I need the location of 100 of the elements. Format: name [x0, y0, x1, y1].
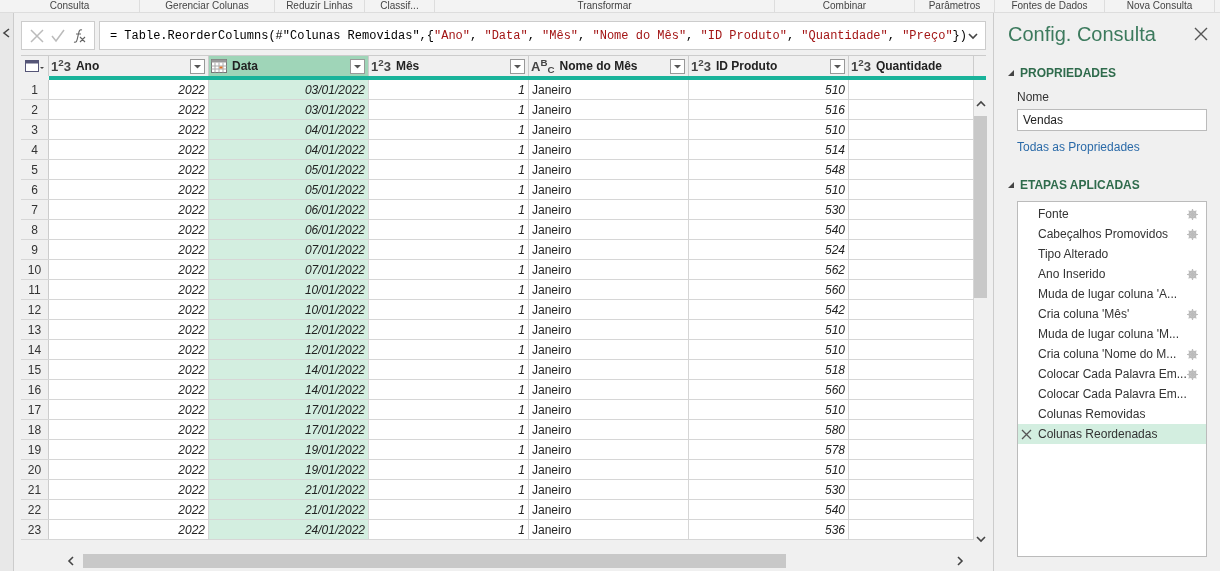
- column-header[interactable]: 1$^{2}$3 ID Produto: [689, 56, 849, 76]
- applied-step[interactable]: Muda de lugar coluna 'A...: [1018, 284, 1206, 304]
- filter-dropdown-icon[interactable]: [830, 58, 845, 74]
- table-cell: 06/01/2022: [209, 200, 369, 219]
- table-cell: 578: [689, 440, 849, 459]
- filter-dropdown-icon[interactable]: [190, 58, 205, 74]
- table-cell: 580: [689, 420, 849, 439]
- table-cell: 2022: [49, 340, 209, 359]
- table-cell: 2022: [49, 320, 209, 339]
- filter-dropdown-icon[interactable]: [510, 58, 525, 74]
- table-cell: 1: [369, 240, 529, 259]
- table-cell: 518: [689, 360, 849, 379]
- column-type-icon[interactable]: 1$^{2}$3: [371, 59, 391, 73]
- table-cell: 510: [689, 320, 849, 339]
- scroll-right-icon[interactable]: [954, 555, 966, 567]
- close-icon[interactable]: [1194, 27, 1208, 41]
- table-cell: 1: [369, 280, 529, 299]
- ribbon-group-label: Classif...: [380, 0, 419, 12]
- table-cell: 2022: [49, 180, 209, 199]
- table-cell: 2022: [49, 460, 209, 479]
- table-cell: 2022: [49, 420, 209, 439]
- column-header[interactable]: 1$^{2}$3 Quantidade: [849, 56, 974, 76]
- table-cell: 2022: [49, 360, 209, 379]
- table-cell: Janeiro: [529, 400, 689, 419]
- applied-step[interactable]: Ano Inserido: [1018, 264, 1206, 284]
- table-cell: 1: [369, 460, 529, 479]
- table-cell: Janeiro: [529, 100, 689, 119]
- filter-dropdown-icon[interactable]: [670, 58, 685, 74]
- table-cell: 2022: [49, 200, 209, 219]
- table-cell: 21/01/2022: [209, 500, 369, 519]
- table-cell: 1: [369, 440, 529, 459]
- column-type-icon[interactable]: 1$^{2}$3: [851, 59, 871, 73]
- scroll-thumb[interactable]: [82, 554, 786, 568]
- table-cell: 510: [689, 460, 849, 479]
- table-menu-icon[interactable]: [24, 60, 45, 72]
- table-cell: 19/01/2022: [209, 460, 369, 479]
- applied-step[interactable]: Cabeçalhos Promovidos: [1018, 224, 1206, 244]
- applied-step[interactable]: Cria coluna 'Mês': [1018, 304, 1206, 324]
- table-cell: 2022: [49, 280, 209, 299]
- table-cell: 562: [689, 260, 849, 279]
- applied-step[interactable]: Muda de lugar coluna 'M...: [1018, 324, 1206, 344]
- applied-step[interactable]: Fonte: [1018, 204, 1206, 224]
- table-cell: Janeiro: [529, 220, 689, 239]
- pane-title: Config. Consulta: [1008, 22, 1156, 47]
- table-cell: 510: [689, 120, 849, 139]
- applied-step[interactable]: Tipo Alterado: [1018, 244, 1206, 264]
- table-cell: Janeiro: [529, 140, 689, 159]
- table-cell: Janeiro: [529, 520, 689, 539]
- table-cell: 560: [689, 380, 849, 399]
- collapse-icon[interactable]: [1008, 70, 1014, 76]
- table-cell: 2022: [49, 260, 209, 279]
- table-cell: 1: [369, 380, 529, 399]
- column-type-icon[interactable]: 1$^{2}$3: [51, 59, 71, 73]
- table-cell: Janeiro: [529, 300, 689, 319]
- table-cell: 10/01/2022: [209, 300, 369, 319]
- table-cell: Janeiro: [529, 280, 689, 299]
- ribbon-group-label: Nova Consulta: [1126, 0, 1193, 12]
- table-cell: 540: [689, 500, 849, 519]
- table-cell: 2022: [49, 100, 209, 119]
- column-header[interactable]: 1$^{2}$3 Mês: [369, 56, 529, 76]
- table-cell: Janeiro: [529, 200, 689, 219]
- table-cell: 510: [689, 340, 849, 359]
- table-cell: 14/01/2022: [209, 360, 369, 379]
- table-cell: 2022: [49, 240, 209, 259]
- table-cell: 2022: [49, 380, 209, 399]
- column-name: Data: [232, 58, 259, 75]
- table-cell: 2022: [49, 80, 209, 99]
- table-cell: 2022: [49, 400, 209, 419]
- delete-step-icon[interactable]: [1021, 428, 1032, 440]
- table-cell: 510: [689, 400, 849, 419]
- applied-step[interactable]: Colunas Removidas: [1018, 404, 1206, 424]
- column-name: ID Produto: [715, 58, 779, 75]
- column-name: Ano: [75, 58, 101, 75]
- filter-dropdown-icon[interactable]: [350, 58, 365, 74]
- ribbon-group-label: Reduzir Linhas: [286, 0, 353, 12]
- name-field[interactable]: Vendas: [1017, 109, 1207, 131]
- section-heading: PROPRIEDADES: [1020, 65, 1117, 82]
- applied-step[interactable]: Colunas Reordenadas: [1018, 424, 1206, 444]
- table-cell: 12/01/2022: [209, 340, 369, 359]
- scroll-thumb[interactable]: [974, 116, 987, 298]
- applied-step[interactable]: Colocar Cada Palavra Em...: [1018, 384, 1206, 404]
- column-type-icon[interactable]: 1$^{2}$3: [691, 59, 711, 73]
- table-cell: 07/01/2022: [209, 240, 369, 259]
- all-properties-link[interactable]: Todas as Propriedades: [1017, 138, 1140, 156]
- check-icon[interactable]: [49, 27, 66, 44]
- column-header[interactable]: A$^{B}$$_{C}$ Nome do Mês: [529, 56, 689, 76]
- formula-field[interactable]: = Table.ReorderColumns(#"Colunas Removidas",{"Ano", "Data", "Mês", "Nome do Mês", "ID Produto", "Quantidade", "Preço"}): [98, 21, 986, 50]
- table-cell: 1: [369, 200, 529, 219]
- table-cell: Janeiro: [529, 160, 689, 179]
- collapse-icon[interactable]: [1008, 182, 1014, 188]
- applied-step[interactable]: Colocar Cada Palavra Em...: [1018, 364, 1206, 384]
- column-header[interactable]: Data: [209, 56, 369, 76]
- table-cell: 560: [689, 280, 849, 299]
- applied-step[interactable]: Cria coluna 'Nome do M...: [1018, 344, 1206, 364]
- table-cell: 1: [369, 480, 529, 499]
- table-cell: 17/01/2022: [209, 420, 369, 439]
- scroll-down-icon[interactable]: [974, 533, 987, 545]
- column-header[interactable]: 1$^{2}$3 Ano: [49, 56, 209, 76]
- function-icon[interactable]: [71, 27, 88, 44]
- table-cell: 1: [369, 100, 529, 119]
